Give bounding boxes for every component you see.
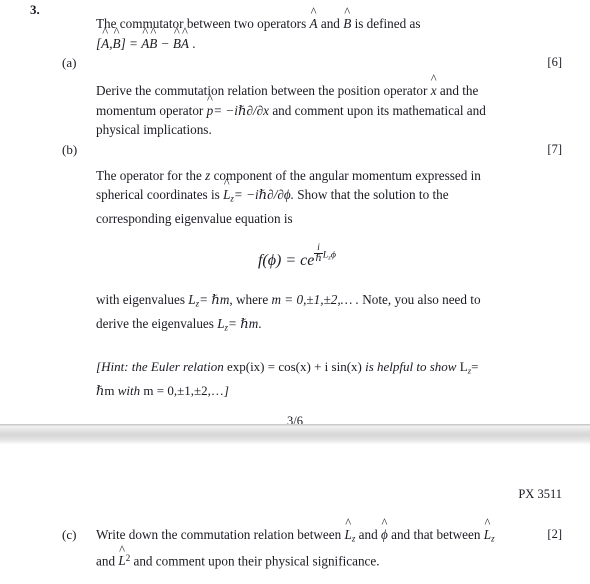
part-c-mid1: and <box>358 527 378 542</box>
part-c-label: (c) <box>62 527 77 542</box>
hint-m-values: m = 0,±1,±2,… <box>143 382 224 398</box>
part-b-line2-pre: spherical coordinates is <box>96 187 220 202</box>
part-a-line1-post: and the <box>439 83 479 98</box>
eigenvalue-lz-1-rhs: = ℏm <box>199 291 230 307</box>
commutator-period: . <box>188 35 196 51</box>
part-b-label: (b) <box>62 141 78 157</box>
exponent-group: i ℏ Lzϕ <box>314 241 337 264</box>
operator-lz-2-sub: z <box>491 533 495 544</box>
part-c-line1-pre: Write down the commutation relation betw… <box>96 527 342 542</box>
operator-lz-1-sub: z <box>351 533 356 544</box>
part-b-line1-pre: The operator for the <box>96 167 202 183</box>
eigenvalue-lz-1: L <box>188 291 196 307</box>
momentum-operator-p-hat: ^ p <box>206 91 214 118</box>
angular-momentum-operator-lz-hat: ^ L <box>223 176 231 202</box>
question-part-c: (c) [2] Write down the commutation relat… <box>0 516 590 571</box>
operator-lz-hat-2: ^ L <box>483 516 492 542</box>
eigenvalues-paragraph: with eigenvalues Lz= ℏm, where m = 0,±1,… <box>96 290 498 338</box>
eigenfunction-equation: f(ϕ) = ce i ℏ Lzϕ <box>96 241 498 270</box>
part-c-marks: [2] <box>547 527 562 541</box>
part-a-label: (a) <box>62 55 77 70</box>
euler-relation: exp(ix) = cos(x) + i sin(x) <box>226 358 362 374</box>
part-b-line2-post: Show that the solution to the <box>297 187 449 202</box>
stem-line1-post: is defined as <box>354 16 421 31</box>
question-part-b: (b) [7] The operator for the z component… <box>0 140 590 229</box>
exponent-denominator: ℏ <box>314 252 323 264</box>
eigenvalues-pre: with eigenvalues <box>96 291 185 307</box>
hint-eq-lhs: L <box>459 358 468 374</box>
course-code: PX 3511 <box>518 487 562 501</box>
part-c-line2-pre: and <box>96 553 116 569</box>
eigenvalues-line2-pre: derive the eigenvalues <box>96 315 214 331</box>
operator-lz-hat-1: ^ L <box>344 516 352 542</box>
hint-label: Hint: <box>101 358 129 374</box>
hint-text-mid: is helpful to show <box>365 358 457 374</box>
stem-line1-pre: The commutator between two operators <box>96 16 307 31</box>
part-c-line2-post: and comment upon their physical signific… <box>133 553 380 569</box>
part-a-marks: [6] <box>547 55 562 69</box>
hint-line2-pre: with <box>117 382 141 398</box>
part-c-body: Write down the commutation relation betw… <box>96 516 498 571</box>
exponent-fraction: iℏ <box>314 241 323 264</box>
position-operator-x-hat: ^ x <box>430 72 437 98</box>
part-a-line1-pre: Derive the commutation relation between … <box>96 83 428 98</box>
eigenvalues-post: Note, you also need to <box>362 291 481 307</box>
m-values: m = 0,±1,±2,… . <box>271 291 359 307</box>
stem-line1-mid: and <box>320 16 340 31</box>
part-c-mid2: and that between <box>391 527 481 542</box>
part-a-line2-pre: momentum operator <box>96 102 204 118</box>
exam-paper-page: 3. The commutator between two operators … <box>0 0 590 568</box>
eigenfunction-lhs: f(ϕ) = ce <box>257 251 315 269</box>
eigenvalues-mid: , where <box>229 291 269 307</box>
momentum-operator-expression: = −iℏ∂/∂x <box>213 102 270 118</box>
part-a-line3: physical implications. <box>96 122 212 137</box>
operator-phi-hat: ^ ϕ <box>380 516 388 542</box>
commutator-definition: [^ A, ^ B] = ^ A ^ B − ^ B ^ A <box>96 24 189 51</box>
question-stem-body: The commutator between two operators ^ A … <box>96 5 498 53</box>
operator-b-hat: ^ B <box>343 5 352 31</box>
lz-definition-expression: = −iℏ∂/∂ϕ. <box>233 187 294 202</box>
exponent-numerator: i <box>317 241 320 253</box>
part-b-line1-post: component of the angular momentum expres… <box>213 167 481 183</box>
eigenvalues-line2-end: . <box>258 315 262 331</box>
l-squared-exponent: 2 <box>125 553 131 563</box>
hint-block: [Hint: the Euler relation exp(ix) = cos(… <box>96 357 498 400</box>
part-a-body: Derive the commutation relation between … <box>96 72 498 140</box>
operator-a-hat: ^ A <box>309 5 318 31</box>
part-b-line3: corresponding eigenvalue equation is <box>96 211 293 226</box>
question-part-a: (a) [6] Derive the commutation relation … <box>0 53 590 140</box>
z-variable: z <box>205 167 211 183</box>
hint-close-bracket: ] <box>223 382 229 398</box>
exponent-tail-variable: ϕ <box>330 249 337 261</box>
question-3-stem: 3. The commutator between two operators … <box>0 0 590 53</box>
eigenvalue-lz-2-rhs: = ℏm <box>228 315 259 331</box>
part-b-body: The operator for the z component of the … <box>96 166 498 229</box>
page-break-separator <box>0 424 590 445</box>
hint-text-pre: the Euler relation <box>131 358 224 374</box>
part-a-line2-post: and comment upon its mathematical and <box>272 102 486 118</box>
eigenvalue-lz-2: L <box>217 315 225 331</box>
part-b-marks: [7] <box>547 141 562 156</box>
question-number: 3. <box>30 2 40 17</box>
operator-l-squared-hat: ^ L <box>118 542 126 569</box>
